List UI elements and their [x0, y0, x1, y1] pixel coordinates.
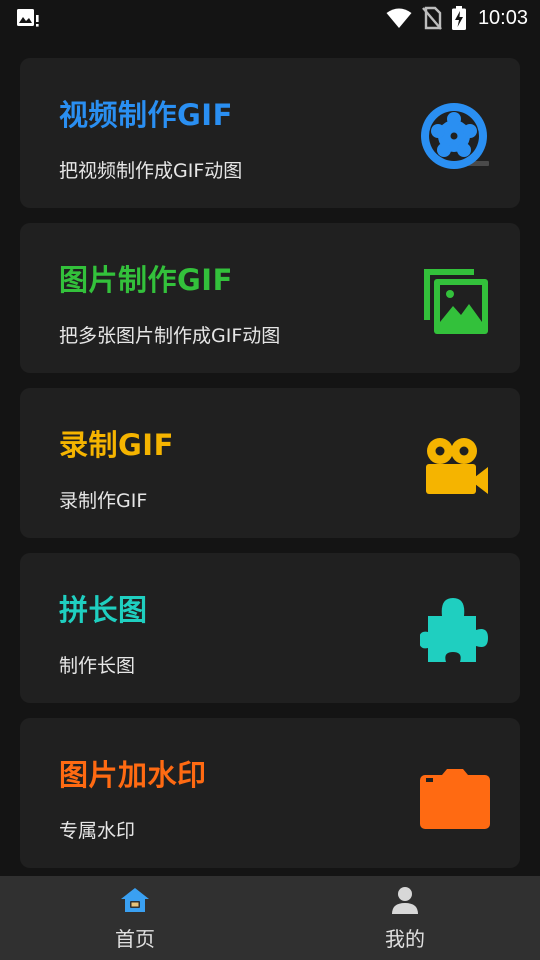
card-subtitle: 专属水印 [59, 820, 136, 842]
images-icon [424, 269, 488, 334]
nav-label: 首页 [115, 927, 155, 951]
card-subtitle: 把多张图片制作成GIF动图 [59, 325, 281, 347]
video-camera-icon [426, 438, 488, 494]
film-reel-icon [421, 103, 489, 169]
nav-home[interactable]: 首页 [0, 876, 270, 960]
home-icon [121, 888, 149, 912]
clock: 10:03 [477, 6, 528, 29]
card-title: 录制GIF [59, 428, 174, 462]
card-title: 拼长图 [59, 593, 148, 627]
card-images-to-gif[interactable]: 图片制作GIF 把多张图片制作成GIF动图 [20, 223, 520, 373]
nav-label: 我的 [385, 927, 425, 951]
feature-card-list: 视频制作GIF 把视频制作成GIF动图 图片制作GIF 把多张图片制作成GIF动… [20, 58, 520, 883]
battery-charging-icon [451, 6, 466, 30]
card-title: 视频制作GIF [59, 98, 233, 132]
puzzle-icon [420, 598, 488, 662]
no-sim-icon [422, 6, 442, 30]
card-video-to-gif[interactable]: 视频制作GIF 把视频制作成GIF动图 [20, 58, 520, 208]
card-subtitle: 把视频制作成GIF动图 [59, 160, 243, 182]
card-long-image[interactable]: 拼长图 制作长图 [20, 553, 520, 703]
status-bar: 10:03 [0, 0, 540, 36]
card-record-gif[interactable]: 录制GIF 录制作GIF [20, 388, 520, 538]
camera-icon [420, 769, 490, 829]
card-title: 图片制作GIF [59, 263, 233, 297]
person-icon [392, 887, 418, 914]
card-watermark[interactable]: 图片加水印 专属水印 [20, 718, 520, 868]
card-title: 图片加水印 [59, 758, 207, 792]
nav-mine[interactable]: 我的 [270, 876, 540, 960]
card-subtitle: 制作长图 [59, 655, 136, 677]
gallery-notification-icon [17, 9, 39, 27]
bottom-navigation: 首页 我的 [0, 876, 540, 960]
wifi-icon [386, 8, 412, 28]
card-subtitle: 录制作GIF [59, 490, 148, 512]
